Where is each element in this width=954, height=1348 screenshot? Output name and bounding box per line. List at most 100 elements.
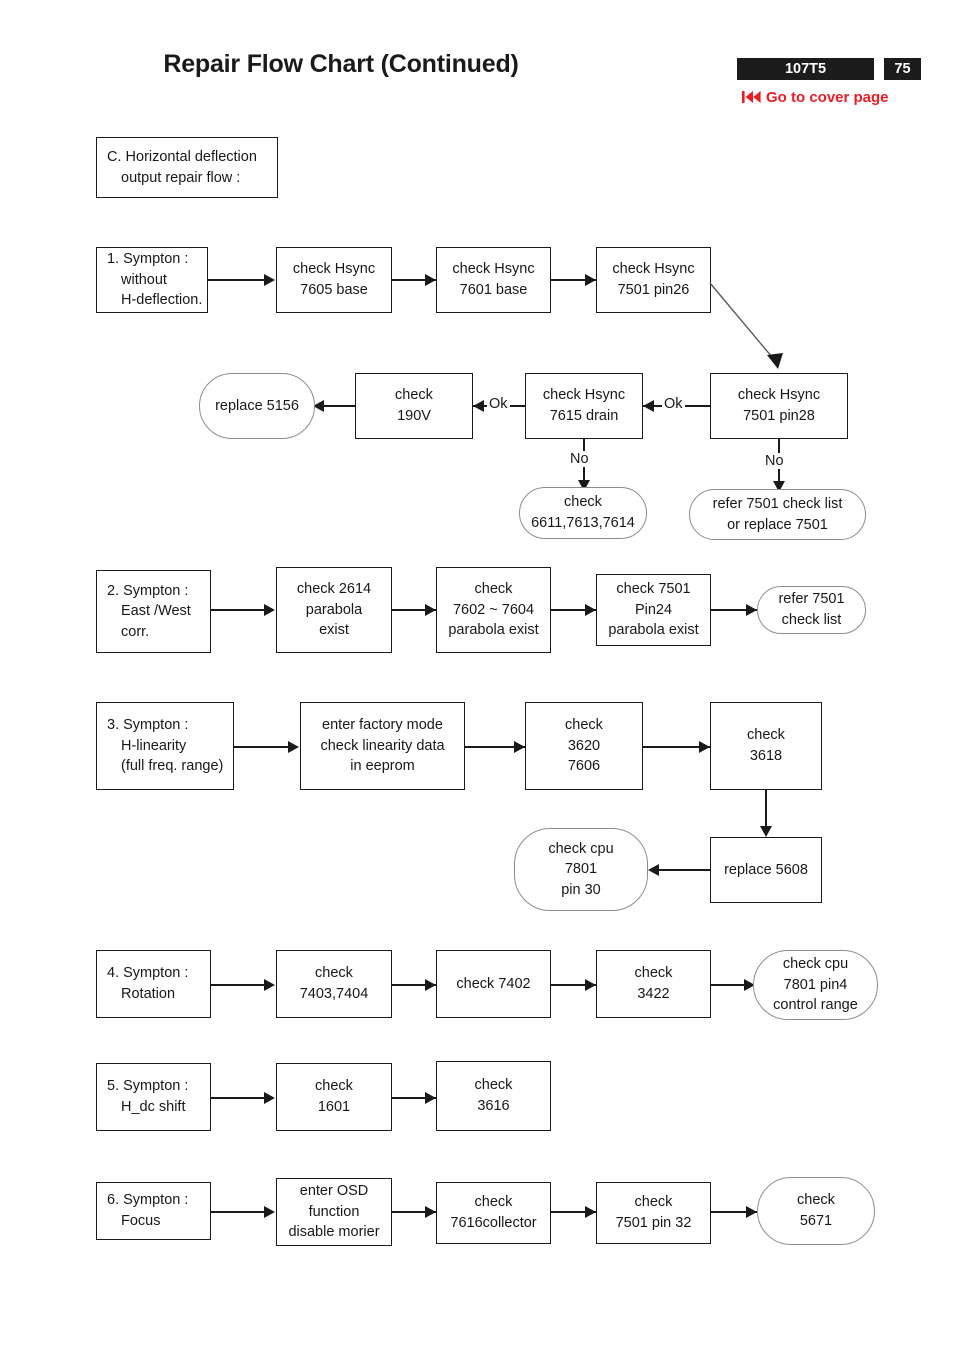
flow-3-symptom-line1: 3. Sympton :	[107, 717, 189, 734]
flow-5-symptom-box: 5. Sympton : H_dc shift	[96, 1063, 211, 1131]
connector-flow1-a	[208, 279, 265, 281]
flow-2-step-2-line2: 7602 ~ 7604	[452, 601, 535, 618]
flow-5-step-1-line2: 1601	[317, 1099, 351, 1115]
flow-1-step-6-line2: 190V	[397, 408, 431, 424]
flow-2-step-3-line1: check 7501	[616, 581, 691, 598]
flow-2-step-3-line2: Pin24	[634, 601, 673, 618]
flow-3-symptom-box: 3. Sympton : H-linearity (full freq. ran…	[96, 702, 234, 790]
arrow-flow3-down	[760, 826, 772, 837]
connector-flow3-a	[234, 746, 289, 748]
arrow-flow2-a	[264, 604, 275, 616]
flow-4-step-4-line1: check cpu	[782, 956, 849, 973]
flow-2-symptom-line1: 2. Sympton :	[107, 582, 189, 599]
rewind-to-start-icon	[742, 90, 761, 104]
flow-1-symptom-box: 1. Sympton : without H-deflection.	[96, 247, 208, 313]
flow-2-step-1-line1: check 2614	[296, 581, 372, 598]
flow-3-step-2-line2: 3620	[567, 737, 601, 754]
flow-2-step-4-line2: check list	[781, 612, 842, 628]
flow-1-step-6-line1: check	[395, 387, 433, 404]
flow-5-step-check-1601: check 1601	[276, 1063, 392, 1131]
flow-3-step-5-line3: pin 30	[561, 881, 601, 898]
flow-1-symptom-line2: without	[121, 271, 167, 288]
flow-3-step-check-3618: check 3618	[710, 702, 822, 790]
flow-3-step-5-line2: 7801	[564, 861, 598, 878]
flow-3-step-1-line1: enter factory mode	[322, 717, 443, 734]
flow-1-symptom-line1: 1. Sympton :	[107, 251, 189, 268]
flow-1-step-check-190v: check 190V	[355, 373, 473, 439]
flow-5-step-1-line1: check	[315, 1078, 353, 1095]
flow-6-symptom-line1: 6. Sympton :	[107, 1192, 189, 1209]
arrow-flow4-b	[425, 979, 436, 991]
flow-4-symptom-box: 4. Sympton : Rotation	[96, 950, 211, 1018]
flow-4-step-3-line2: 3422	[637, 986, 670, 1002]
arrow-flow6-a	[264, 1206, 275, 1218]
arrow-flow6-c	[585, 1206, 596, 1218]
arrow-flow1-b	[425, 274, 436, 286]
flow-2-step-1-line2: parabola	[305, 601, 363, 618]
flow-6-symptom-box: 6. Sympton : Focus	[96, 1182, 211, 1240]
flow-1-step-2-line2: 7601 base	[459, 282, 528, 298]
arrow-flow1-ok1	[473, 400, 484, 412]
flow-4-step-check-cpu-7801-pin4: check cpu 7801 pin4 control range	[753, 950, 878, 1020]
flow-2-step-1-line3: exist	[319, 622, 349, 639]
arrow-flow2-c	[585, 604, 596, 616]
flow-2-step-2-line1: check	[474, 581, 513, 598]
edge-label-ok-2: Ok	[662, 396, 685, 412]
flow-2-symptom-line2: East /West	[121, 603, 191, 620]
flow-6-step-4-line1: check	[797, 1192, 835, 1209]
arrow-flow6-b	[425, 1206, 436, 1218]
section-header-box: C. Horizontal deflection output repair f…	[96, 137, 278, 198]
arrow-flow6-d	[746, 1206, 757, 1218]
flow-3-step-replace-5608: replace 5608	[710, 837, 822, 903]
flow-6-step-enter-osd: enter OSD function disable morier	[276, 1178, 392, 1246]
flow-1-step-1-line2: 7605 base	[300, 282, 368, 298]
flow-1-step-check-hsync-7601: check Hsync 7601 base	[436, 247, 551, 313]
flow-1-step-check-hsync-7501-pin26: check Hsync 7501 pin26	[596, 247, 711, 313]
flow-5-step-check-3616: check 3616	[436, 1061, 551, 1131]
section-header-line1: C. Horizontal deflection	[107, 148, 257, 165]
flow-4-step-3-line1: check	[634, 965, 673, 982]
model-badge: 107T5	[737, 58, 874, 80]
arrow-flow4-a	[264, 979, 275, 991]
flow-1-step-refer-7501: refer 7501 check list or replace 7501	[689, 489, 866, 540]
flow-6-step-2-line2: 7616collector	[450, 1215, 537, 1231]
flow-1-step-5-line1: check Hsync	[542, 387, 626, 404]
section-header-line2: output repair flow :	[121, 169, 241, 186]
flow-2-step-2-line3: parabola exist	[448, 622, 539, 639]
flow-6-step-3-line2: 7501 pin 32	[615, 1215, 692, 1231]
flow-3-step-4-line1: replace 5608	[724, 861, 808, 878]
flow-3-step-5-line1: check cpu	[548, 840, 614, 857]
flow-1-step-1-line1: check Hsync	[292, 261, 376, 278]
flow-1-step-replace-5156: replace 5156	[199, 373, 315, 439]
arrow-flow3-left	[648, 864, 659, 876]
flow-3-step-1-line2: check linearity data	[320, 737, 445, 754]
flow-2-step-refer-7501-check-list: refer 7501 check list	[757, 586, 866, 634]
flow-1-step-check-hsync-7605: check Hsync 7605 base	[276, 247, 392, 313]
flow-6-step-4-line2: 5671	[799, 1213, 833, 1229]
flow-2-step-check-2614: check 2614 parabola exist	[276, 567, 392, 653]
flow-1-step-8-line2: 6611,7613,7614	[531, 515, 635, 531]
flow-6-step-3-line1: check	[634, 1194, 673, 1211]
arrow-flow1-c	[585, 274, 596, 286]
connector-flow1-diagonal	[709, 282, 783, 369]
flow-1-step-8-line1: check	[564, 494, 602, 511]
flow-3-step-1-line3: in eeprom	[350, 758, 415, 775]
flow-6-step-1-line1: enter OSD	[299, 1183, 369, 1200]
arrow-flow3-a	[288, 741, 299, 753]
flow-1-step-7-line1: replace 5156	[215, 397, 299, 414]
edge-label-no-2: No	[763, 453, 786, 469]
flow-4-step-4-line2: 7801 pin4	[783, 976, 848, 993]
arrow-flow2-b	[425, 604, 436, 616]
flow-4-step-1-line2: 7403,7404	[299, 986, 369, 1002]
go-to-cover-page-link[interactable]: Go to cover page	[742, 87, 889, 107]
flow-5-step-2-line2: 3616	[477, 1098, 510, 1114]
flow-2-step-check-7501-pin24: check 7501 Pin24 parabola exist	[596, 574, 711, 646]
connector-flow4-a	[211, 984, 265, 986]
flow-1-step-4-line1: check Hsync	[737, 387, 821, 404]
flow-1-step-9-line1: refer 7501 check list	[712, 495, 843, 512]
flow-2-step-check-7602-7604: check 7602 ~ 7604 parabola exist	[436, 567, 551, 653]
flow-3-symptom-line3: (full freq. range)	[121, 758, 224, 775]
flow-1-symptom-line3: H-deflection.	[121, 292, 203, 309]
flow-6-step-1-line3: disable morier	[288, 1224, 380, 1241]
flow-1-step-check-hsync-7615-drain: check Hsync 7615 drain	[525, 373, 643, 439]
